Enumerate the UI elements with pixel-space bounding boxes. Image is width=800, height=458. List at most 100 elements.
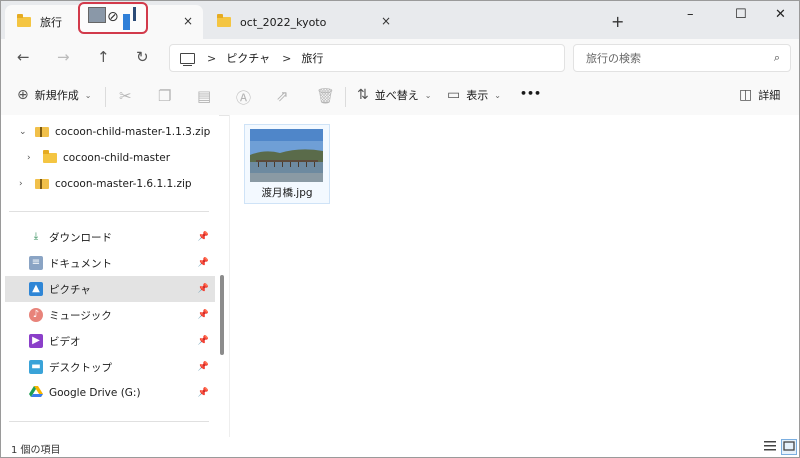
pin-icon[interactable]: 📌 xyxy=(198,258,209,268)
back-button[interactable]: ← xyxy=(17,48,30,66)
divider xyxy=(105,87,106,107)
pin-icon[interactable]: 📌 xyxy=(198,336,209,346)
chevron-down-icon: ⌄ xyxy=(424,90,432,100)
nav-pane-scrollbar[interactable] xyxy=(220,275,224,355)
chevron-right-icon[interactable]: › xyxy=(19,179,23,189)
quick-access-desktop[interactable]: ▬ デスクトップ 📌 xyxy=(5,354,215,380)
details-label: 詳細 xyxy=(758,89,781,102)
explorer-window: 旅行 × oct_2022_kyoto × + – ☐ ✕ ⊘ ← → ↑ ↻ … xyxy=(0,0,800,458)
pin-icon[interactable]: 📌 xyxy=(198,388,209,398)
details-button[interactable]: ◫ 詳細 xyxy=(739,87,780,103)
tab-title: 旅行 xyxy=(40,16,62,29)
divider xyxy=(9,421,209,422)
quick-access-label: ピクチャ xyxy=(49,283,91,296)
computer-icon xyxy=(180,52,195,66)
status-bar: 1 個の項目 xyxy=(1,437,799,457)
close-window-button[interactable]: ✕ xyxy=(775,7,786,22)
share-icon[interactable]: ⇗ xyxy=(276,87,289,105)
music-icon: ♪ xyxy=(29,308,43,322)
folder-icon xyxy=(17,14,31,27)
quick-access-videos[interactable]: ▶ ビデオ 📌 xyxy=(5,328,215,354)
up-button[interactable]: ↑ xyxy=(97,48,110,66)
chevron-down-icon: ⌄ xyxy=(84,90,92,100)
file-list: 渡月橋.jpg xyxy=(230,115,799,439)
tab-title: oct_2022_kyoto xyxy=(240,15,327,29)
google-drive-icon xyxy=(29,386,43,400)
pin-icon[interactable]: 📌 xyxy=(198,232,209,242)
tab-oct-2022-kyoto[interactable]: oct_2022_kyoto × xyxy=(205,5,401,39)
refresh-button[interactable]: ↻ xyxy=(136,48,149,66)
pictures-icon: ▲ xyxy=(29,282,43,296)
sort-label: 並べ替え xyxy=(374,89,419,102)
tree-item-cocoon-child-master[interactable]: › cocoon-child-master xyxy=(1,145,215,171)
quick-access-documents[interactable]: ≡ ドキュメント 📌 xyxy=(5,250,215,276)
new-label: 新規作成 xyxy=(34,89,79,102)
pin-icon[interactable]: 📌 xyxy=(198,362,209,372)
rename-icon[interactable]: Ⓐ xyxy=(236,87,251,108)
search-placeholder: 旅行の検索 xyxy=(586,52,641,65)
quick-access-label: Google Drive (G:) xyxy=(49,387,141,399)
details-pane-icon: ◫ xyxy=(739,87,753,103)
breadcrumb-separator: > xyxy=(207,51,217,65)
file-item[interactable]: 渡月橋.jpg xyxy=(244,124,330,204)
paste-icon[interactable]: ▤ xyxy=(197,87,211,105)
new-tab-button[interactable]: + xyxy=(611,12,624,31)
tab-close-button[interactable]: × xyxy=(183,14,193,28)
navigation-pane: ⌄ cocoon-child-master-1.1.3.zip › cocoon… xyxy=(1,115,219,435)
chevron-down-icon[interactable]: ⌄ xyxy=(19,127,27,137)
folder-icon xyxy=(217,14,231,27)
document-icon: ≡ xyxy=(29,256,43,270)
breadcrumb-travel[interactable]: 旅行 xyxy=(301,50,323,66)
view-icon: ▭ xyxy=(447,87,461,103)
copy-icon[interactable]: ❐ xyxy=(158,87,171,105)
quick-access-downloads[interactable]: ⤓ ダウンロード 📌 xyxy=(5,224,215,250)
minimize-button[interactable]: – xyxy=(687,7,694,22)
quick-access-label: ミュージック xyxy=(49,309,112,322)
cursor-icon xyxy=(133,7,136,21)
zip-folder-icon xyxy=(35,179,49,189)
quick-access-music[interactable]: ♪ ミュージック 📌 xyxy=(5,302,215,328)
plus-circle-icon: ⊕ xyxy=(17,87,29,103)
large-icons-view-button[interactable] xyxy=(781,439,797,455)
tree-item-label: cocoon-master-1.6.1.1.zip xyxy=(55,178,192,190)
quick-access-label: ビデオ xyxy=(49,335,81,348)
new-button[interactable]: ⊕ 新規作成 ⌄ xyxy=(17,87,91,103)
forward-button[interactable]: → xyxy=(57,48,70,66)
sort-icon: ⇅ xyxy=(357,87,369,103)
breadcrumb-separator: > xyxy=(282,51,292,65)
search-input[interactable]: 旅行の検索 ⌕ xyxy=(573,44,791,72)
quick-access-google-drive[interactable]: Google Drive (G:) 📌 xyxy=(5,380,215,406)
breadcrumb-pictures[interactable]: ピクチャ xyxy=(226,50,270,66)
image-thumbnail-icon xyxy=(88,7,106,23)
details-view-button[interactable] xyxy=(763,439,779,455)
file-name: 渡月橋.jpg xyxy=(261,187,313,199)
pin-icon[interactable]: 📌 xyxy=(198,310,209,320)
chevron-down-icon: ⌄ xyxy=(494,90,501,100)
view-button[interactable]: ▭ 表示 ⌄ xyxy=(447,87,501,103)
address-toolbar: ← → ↑ ↻ > ピクチャ > 旅行 旅行の検索 ⌕ xyxy=(1,39,799,79)
tree-item-cocoon-child-zip[interactable]: ⌄ cocoon-child-master-1.1.3.zip xyxy=(1,119,215,145)
dragged-tab-ghost: ⊘ xyxy=(78,2,148,34)
delete-icon[interactable]: 🗑 xyxy=(316,87,335,105)
maximize-button[interactable]: ☐ xyxy=(735,7,747,22)
download-icon: ⤓ xyxy=(33,231,39,242)
tab-close-button[interactable]: × xyxy=(381,14,391,28)
sort-button[interactable]: ⇅ 並べ替え ⌄ xyxy=(357,87,431,103)
view-label: 表示 xyxy=(466,89,489,102)
video-icon: ▶ xyxy=(29,334,43,348)
quick-access-label: ドキュメント xyxy=(49,257,112,270)
divider xyxy=(345,87,346,107)
quick-access-label: デスクトップ xyxy=(49,361,112,374)
tab-bar: 旅行 × oct_2022_kyoto × + – ☐ ✕ ⊘ xyxy=(1,1,799,39)
chevron-right-icon[interactable]: › xyxy=(27,153,31,163)
drag-indicator-icon xyxy=(123,14,130,30)
image-thumbnail xyxy=(250,129,323,182)
pin-icon[interactable]: 📌 xyxy=(198,284,209,294)
no-drop-icon: ⊘ xyxy=(107,9,119,25)
tree-item-cocoon-master-zip[interactable]: › cocoon-master-1.6.1.1.zip xyxy=(1,171,215,197)
tree-item-label: cocoon-child-master-1.1.3.zip xyxy=(55,126,211,138)
more-options-button[interactable]: ••• xyxy=(520,87,541,100)
address-bar[interactable]: > ピクチャ > 旅行 xyxy=(169,44,565,72)
quick-access-pictures[interactable]: ▲ ピクチャ 📌 xyxy=(5,276,215,302)
cut-icon[interactable]: ✂ xyxy=(119,87,132,105)
